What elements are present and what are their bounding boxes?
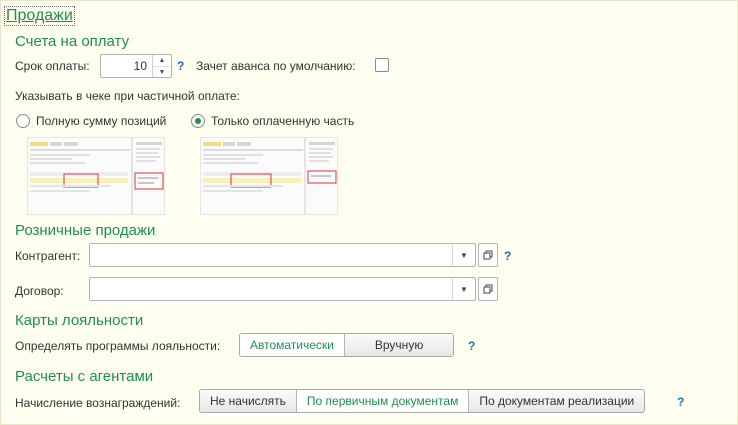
retail-help-icon[interactable]: ? <box>504 248 511 264</box>
counterparty-label: Контрагент: <box>15 249 81 263</box>
payment-term-label: Срок оплаты: <box>15 59 90 73</box>
reward-none-button[interactable]: Не начислять <box>200 390 297 412</box>
stepper-down-icon[interactable]: ▼ <box>153 67 171 78</box>
reward-accrual-toggle[interactable]: Не начислять По первичным документам По … <box>199 389 646 413</box>
loyalty-help-icon[interactable]: ? <box>468 338 475 354</box>
radio-full-amount-label[interactable]: Полную сумму позиций <box>36 113 166 129</box>
advance-default-label: Зачет аванса по умолчанию: <box>196 59 356 73</box>
full-amount-example-image <box>27 137 165 215</box>
payment-term-stepper[interactable]: ▲ ▼ <box>152 55 171 77</box>
section-agents-heading: Расчеты с агентами <box>15 368 154 385</box>
paid-part-example-image <box>200 137 338 215</box>
counterparty-dropdown-icon[interactable]: ▼ <box>452 244 475 266</box>
radio-paid-part[interactable] <box>191 114 205 128</box>
contract-dropdown-icon[interactable]: ▼ <box>452 278 475 300</box>
payment-term-field[interactable]: 10 ▲ ▼ <box>100 54 172 78</box>
loyalty-mode-toggle[interactable]: Автоматически Вручную <box>239 333 455 357</box>
section-retail-heading: Розничные продажи <box>15 222 156 239</box>
agents-help-icon[interactable]: ? <box>677 394 684 410</box>
counterparty-open-icon[interactable] <box>478 243 498 267</box>
section-invoices-heading: Счета на оплату <box>15 33 130 50</box>
payment-term-help-icon[interactable]: ? <box>177 58 184 74</box>
advance-default-checkbox[interactable] <box>375 58 389 72</box>
reward-accrual-label: Начисление вознаграждений: <box>15 396 181 410</box>
radio-paid-part-label[interactable]: Только оплаченную часть <box>211 113 354 129</box>
page-title[interactable]: Продажи <box>4 6 75 26</box>
section-loyalty-heading: Карты лояльности <box>15 312 144 329</box>
contract-input[interactable]: ▼ <box>89 277 476 301</box>
counterparty-input[interactable]: ▼ <box>89 243 476 267</box>
payment-term-value: 10 <box>133 59 147 73</box>
loyalty-auto-button[interactable]: Автоматически <box>240 334 345 356</box>
receipt-partial-label: Указывать в чеке при частичной оплате: <box>15 89 240 103</box>
radio-full-amount[interactable] <box>16 114 30 128</box>
reward-sales-docs-button[interactable]: По документам реализации <box>469 390 645 412</box>
contract-label: Договор: <box>15 284 64 298</box>
loyalty-manual-button[interactable]: Вручную <box>344 334 454 356</box>
stepper-up-icon[interactable]: ▲ <box>153 55 171 67</box>
reward-primary-docs-button[interactable]: По первичным документам <box>296 390 470 412</box>
loyalty-programs-label: Определять программы лояльности: <box>15 339 221 353</box>
contract-open-icon[interactable] <box>478 277 498 301</box>
